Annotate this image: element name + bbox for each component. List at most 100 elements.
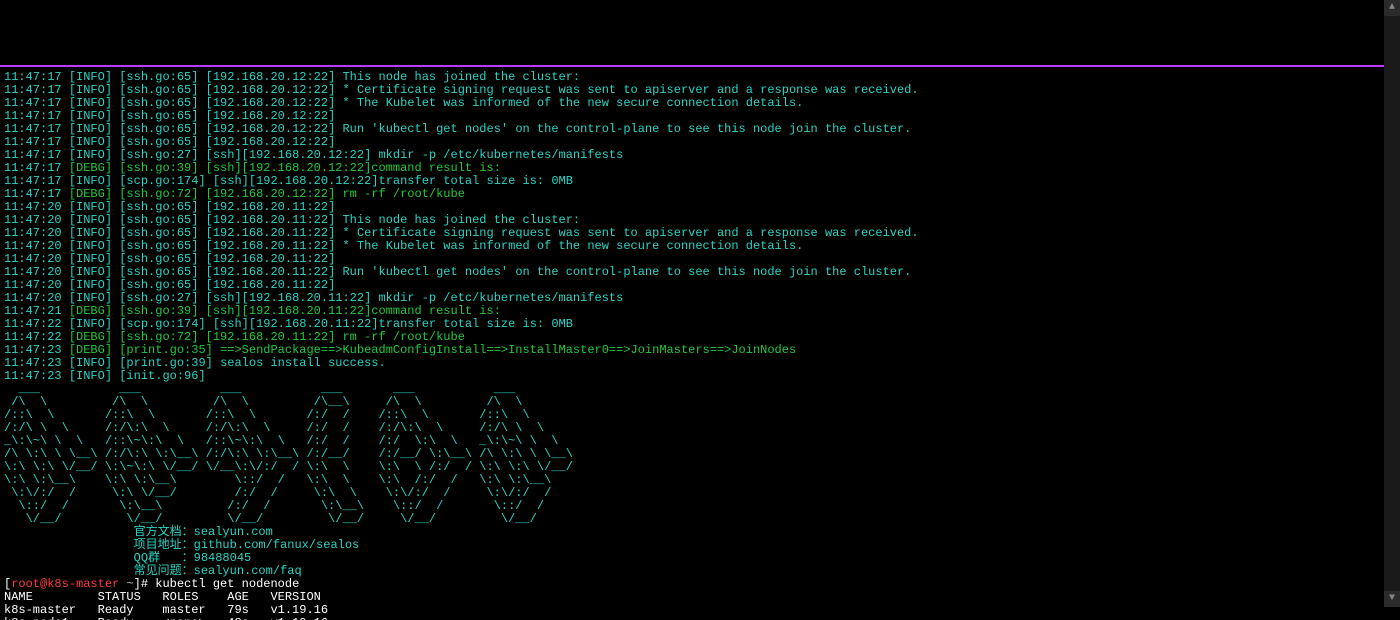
prompt-command: kubectl get nodenode xyxy=(148,577,299,591)
timestamp: 11:47:17 xyxy=(4,96,69,110)
log-message: [ssh][192.168.20.11:22]transfer total si… xyxy=(213,317,573,331)
log-source: [ssh.go:27] xyxy=(119,148,205,162)
timestamp: 11:47:17 xyxy=(4,83,69,97)
table-row: k8s-node1 Ready <none> 48s v1.19.16 xyxy=(4,617,1396,620)
log-message: rm -rf /root/kube xyxy=(342,187,464,201)
timestamp: 11:47:23 xyxy=(4,369,69,383)
timestamp: 11:47:17 xyxy=(4,148,69,162)
log-source: [ssh.go:27] xyxy=(119,291,205,305)
log-level: [INFO] xyxy=(69,265,119,279)
log-level: [INFO] xyxy=(69,239,119,253)
log-level: [INFO] xyxy=(69,109,119,123)
log-message: * The Kubelet was informed of the new se… xyxy=(342,96,803,110)
log-level: [INFO] xyxy=(69,135,119,149)
timestamp: 11:47:22 xyxy=(4,330,69,344)
log-ip: [192.168.20.12:22] xyxy=(206,70,343,84)
timestamp: 11:47:17 xyxy=(4,109,69,123)
timestamp: 11:47:17 xyxy=(4,187,69,201)
timestamp: 11:47:20 xyxy=(4,226,69,240)
log-source: [print.go:35] xyxy=(119,343,220,357)
log-level: [INFO] xyxy=(69,83,119,97)
timestamp: 11:47:20 xyxy=(4,278,69,292)
log-level: [DEBG] xyxy=(69,304,119,318)
timestamp: 11:47:20 xyxy=(4,265,69,279)
prompt-user: root xyxy=(11,577,40,591)
log-message: ==>SendPackage==>KubeadmConfigInstall==>… xyxy=(220,343,796,357)
log-level: [INFO] xyxy=(69,200,119,214)
log-message: * Certificate signing request was sent t… xyxy=(342,83,918,97)
log-level: [DEBG] xyxy=(69,161,119,175)
log-message: This node has joined the cluster: xyxy=(342,70,580,84)
log-level: [INFO] xyxy=(69,278,119,292)
log-message: Run 'kubectl get nodes' on the control-p… xyxy=(342,265,911,279)
log-message: [ssh][192.168.20.12:22]command result is… xyxy=(206,161,501,175)
log-source: [ssh.go:65] xyxy=(119,109,205,123)
log-ip: [192.168.20.12:22] xyxy=(206,135,343,149)
log-source: [ssh.go:65] xyxy=(119,122,205,136)
timestamp: 11:47:20 xyxy=(4,239,69,253)
log-message: [ssh][192.168.20.12:22]transfer total si… xyxy=(213,174,573,188)
table-row: k8s-master Ready master 79s v1.19.16 xyxy=(4,604,1396,617)
log-message: [ssh][192.168.20.12:22] mkdir -p /etc/ku… xyxy=(206,148,624,162)
log-level: [INFO] xyxy=(69,252,119,266)
log-source: [ssh.go:65] xyxy=(119,96,205,110)
log-ip: [192.168.20.11:22] xyxy=(206,226,343,240)
log-source: [scp.go:174] xyxy=(119,174,213,188)
log-level: [INFO] xyxy=(69,122,119,136)
log-level: [INFO] xyxy=(69,96,119,110)
log-ip: [192.168.20.12:22] xyxy=(206,96,343,110)
log-message: sealos install success. xyxy=(220,356,386,370)
log-source: [init.go:96] xyxy=(119,369,213,383)
scroll-down-button[interactable]: ▼ xyxy=(1384,591,1400,607)
timestamp: 11:47:20 xyxy=(4,200,69,214)
log-level: [INFO] xyxy=(69,356,119,370)
log-level: [INFO] xyxy=(69,291,119,305)
log-source: [ssh.go:65] xyxy=(119,252,205,266)
log-source: [ssh.go:65] xyxy=(119,135,205,149)
log-level: [INFO] xyxy=(69,148,119,162)
timestamp: 11:47:17 xyxy=(4,135,69,149)
log-source: [ssh.go:39] xyxy=(119,161,205,175)
log-level: [INFO] xyxy=(69,317,119,331)
log-ip: [192.168.20.11:22] xyxy=(206,213,343,227)
log-source: [ssh.go:65] xyxy=(119,200,205,214)
log-level: [INFO] xyxy=(69,369,119,383)
log-level: [INFO] xyxy=(69,226,119,240)
log-source: [ssh.go:65] xyxy=(119,213,205,227)
timestamp: 11:47:20 xyxy=(4,291,69,305)
log-message: * The Kubelet was informed of the new se… xyxy=(342,239,803,253)
log-message: rm -rf /root/kube xyxy=(342,330,464,344)
timestamp: 11:47:20 xyxy=(4,213,69,227)
log-source: [ssh.go:65] xyxy=(119,278,205,292)
log-source: [ssh.go:72] xyxy=(119,187,205,201)
log-level: [DEBG] xyxy=(69,343,119,357)
log-source: [scp.go:174] xyxy=(119,317,213,331)
log-ip: [192.168.20.11:22] xyxy=(206,252,343,266)
log-source: [ssh.go:39] xyxy=(119,304,205,318)
log-ip: [192.168.20.12:22] xyxy=(206,122,343,136)
log-ip: [192.168.20.11:22] xyxy=(206,239,343,253)
log-level: [INFO] xyxy=(69,213,119,227)
log-message: * Certificate signing request was sent t… xyxy=(342,226,918,240)
terminal-output[interactable]: 11:47:17 [INFO] [ssh.go:65] [192.168.20.… xyxy=(0,65,1400,620)
timestamp: 11:47:21 xyxy=(4,304,69,318)
prompt-path: ~ xyxy=(126,577,133,591)
log-level: [DEBG] xyxy=(69,330,119,344)
scroll-up-button[interactable]: ▲ xyxy=(1384,0,1400,16)
prompt-host: k8s-master xyxy=(47,577,119,591)
timestamp: 11:47:17 xyxy=(4,161,69,175)
prompt-bracket: ]# xyxy=(134,577,148,591)
log-message: This node has joined the cluster: xyxy=(342,213,580,227)
timestamp: 11:47:20 xyxy=(4,252,69,266)
log-source: [ssh.go:65] xyxy=(119,265,205,279)
log-message: [ssh][192.168.20.11:22]command result is… xyxy=(206,304,501,318)
log-source: [ssh.go:65] xyxy=(119,70,205,84)
log-ip: [192.168.20.12:22] xyxy=(206,83,343,97)
log-source: [ssh.go:65] xyxy=(119,83,205,97)
timestamp: 11:47:23 xyxy=(4,343,69,357)
log-level: [DEBG] xyxy=(69,187,119,201)
timestamp: 11:47:17 xyxy=(4,122,69,136)
log-level: [INFO] xyxy=(69,70,119,84)
log-source: [ssh.go:65] xyxy=(119,239,205,253)
scrollbar[interactable]: ▲ ▼ xyxy=(1384,0,1400,607)
